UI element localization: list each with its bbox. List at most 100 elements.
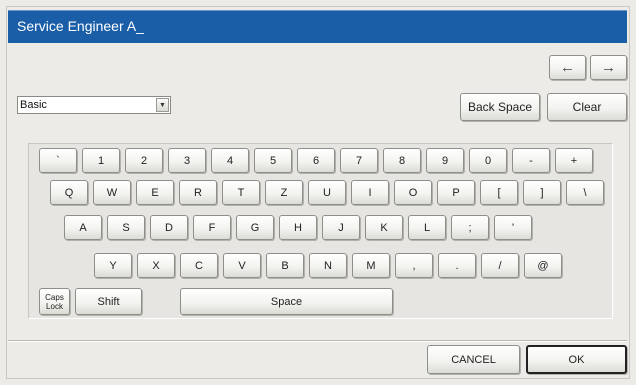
- key-label: 5: [269, 154, 277, 167]
- key-label: 7: [355, 154, 363, 167]
- key-label: ,: [412, 259, 416, 272]
- key[interactable]: X: [137, 253, 175, 278]
- key-label: N: [324, 259, 332, 272]
- key[interactable]: B: [266, 253, 304, 278]
- key-label: F: [208, 221, 216, 234]
- right-arrow-icon: →: [601, 59, 616, 76]
- key[interactable]: W: [93, 180, 131, 205]
- key-label: 8: [398, 154, 406, 167]
- key[interactable]: V: [223, 253, 261, 278]
- key[interactable]: 2: [125, 148, 163, 173]
- caps-lock-label-line1: Caps: [45, 292, 64, 302]
- footer-separator: [8, 340, 627, 342]
- key[interactable]: ,: [395, 253, 433, 278]
- key[interactable]: I: [351, 180, 389, 205]
- cursor-left-button[interactable]: ←: [549, 55, 586, 80]
- key-label: ;: [468, 221, 472, 234]
- backspace-button[interactable]: Back Space: [460, 93, 540, 121]
- key[interactable]: C: [180, 253, 218, 278]
- key-label: E: [151, 186, 159, 199]
- key-label: ]: [540, 186, 544, 199]
- key[interactable]: [: [480, 180, 518, 205]
- space-key[interactable]: Space: [180, 288, 393, 315]
- key[interactable]: `: [39, 148, 77, 173]
- key-label: 4: [226, 154, 234, 167]
- keyboard-mode-value: Basic: [20, 99, 47, 111]
- key[interactable]: Q: [50, 180, 88, 205]
- key[interactable]: 9: [426, 148, 464, 173]
- key[interactable]: 0: [469, 148, 507, 173]
- key[interactable]: L: [408, 215, 446, 240]
- key[interactable]: 3: [168, 148, 206, 173]
- key-label: @: [537, 259, 549, 272]
- key[interactable]: J: [322, 215, 360, 240]
- key[interactable]: H: [279, 215, 317, 240]
- key-label: A: [79, 221, 87, 234]
- key-label: 0: [484, 154, 492, 167]
- key-label: .: [455, 259, 459, 272]
- key[interactable]: N: [309, 253, 347, 278]
- key[interactable]: .: [438, 253, 476, 278]
- key[interactable]: T: [222, 180, 260, 205]
- key[interactable]: S: [107, 215, 145, 240]
- left-arrow-icon: ←: [560, 59, 575, 76]
- key[interactable]: 1: [82, 148, 120, 173]
- key[interactable]: M: [352, 253, 390, 278]
- key[interactable]: ': [494, 215, 532, 240]
- clear-button[interactable]: Clear: [547, 93, 627, 121]
- key[interactable]: ]: [523, 180, 561, 205]
- key[interactable]: G: [236, 215, 274, 240]
- cursor-right-button[interactable]: →: [590, 55, 627, 80]
- key[interactable]: Z: [265, 180, 303, 205]
- caps-lock-key[interactable]: Caps Lock: [39, 288, 70, 315]
- key[interactable]: E: [136, 180, 174, 205]
- key-label: U: [323, 186, 331, 199]
- key-label: 6: [312, 154, 320, 167]
- key-label: G: [250, 221, 260, 234]
- key[interactable]: ;: [451, 215, 489, 240]
- backspace-label: Back Space: [467, 100, 533, 114]
- keyboard-mode-select[interactable]: Basic ▼: [17, 96, 171, 114]
- key-label: `: [56, 154, 60, 167]
- key[interactable]: O: [394, 180, 432, 205]
- key[interactable]: A: [64, 215, 102, 240]
- key[interactable]: 4: [211, 148, 249, 173]
- key-label: K: [380, 221, 388, 234]
- key-label: Q: [64, 186, 74, 199]
- key[interactable]: +: [555, 148, 593, 173]
- key[interactable]: \: [566, 180, 604, 205]
- ok-button[interactable]: OK: [526, 345, 627, 374]
- key[interactable]: R: [179, 180, 217, 205]
- key-label: ': [511, 221, 515, 234]
- key[interactable]: U: [308, 180, 346, 205]
- key-label: J: [338, 221, 344, 234]
- key[interactable]: /: [481, 253, 519, 278]
- key-label: 2: [140, 154, 148, 167]
- key[interactable]: F: [193, 215, 231, 240]
- key[interactable]: D: [150, 215, 188, 240]
- shift-label: Shift: [97, 295, 120, 308]
- shift-key[interactable]: Shift: [75, 288, 142, 315]
- key[interactable]: 5: [254, 148, 292, 173]
- key[interactable]: 7: [340, 148, 378, 173]
- key[interactable]: P: [437, 180, 475, 205]
- key[interactable]: K: [365, 215, 403, 240]
- cancel-button[interactable]: CANCEL: [427, 345, 520, 374]
- key-label: 1: [97, 154, 105, 167]
- key-label: M: [366, 259, 376, 272]
- key-label: Z: [280, 186, 288, 199]
- ok-label: OK: [568, 353, 585, 366]
- key[interactable]: @: [524, 253, 562, 278]
- title-bar: Service Engineer A_: [8, 10, 627, 43]
- key-label: 3: [183, 154, 191, 167]
- key[interactable]: 6: [297, 148, 335, 173]
- key-label: +: [570, 154, 578, 167]
- chevron-down-icon[interactable]: ▼: [156, 98, 169, 112]
- key[interactable]: Y: [94, 253, 132, 278]
- clear-label: Clear: [572, 100, 602, 114]
- key-label: D: [165, 221, 173, 234]
- key-label: -: [529, 154, 533, 167]
- key[interactable]: -: [512, 148, 550, 173]
- key-label: S: [122, 221, 130, 234]
- key[interactable]: 8: [383, 148, 421, 173]
